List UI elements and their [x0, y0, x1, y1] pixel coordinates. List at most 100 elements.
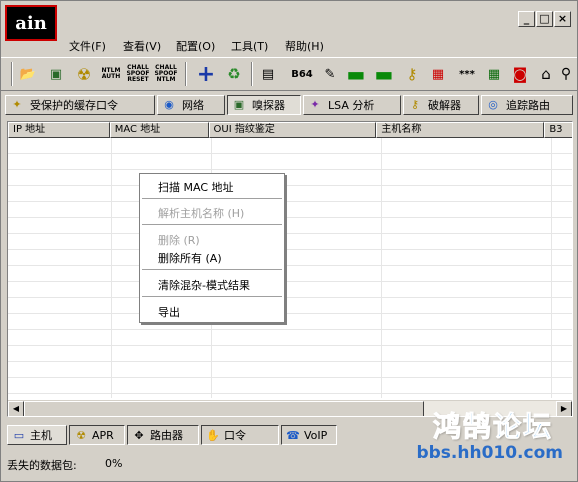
certificate-icon[interactable]: ▤ [257, 63, 279, 85]
network-icon: ◉ [164, 98, 174, 111]
open-folder-icon[interactable]: 📂 [17, 63, 39, 85]
menu-help[interactable]: 帮助(H) [285, 38, 324, 54]
column-oui-fingerprint[interactable]: OUI 指纹鉴定 [208, 122, 377, 138]
protected-storage-icon: ✦ [12, 98, 22, 111]
shield-icon[interactable]: ◙ [509, 63, 531, 85]
tab-voip[interactable]: ☎ VoIP [281, 425, 337, 445]
minimize-button[interactable]: _ [518, 11, 535, 27]
menu-remove-all[interactable]: 删除所有 (A) [158, 250, 222, 266]
tab-routers[interactable]: ✥ 路由器 [127, 425, 199, 445]
base64-icon[interactable]: B64 [291, 63, 313, 85]
apr-icon: ☢ [76, 428, 86, 442]
ntlm-auth-icon[interactable]: NTLM AUTH [99, 63, 123, 85]
passwords-icon: ✋ [206, 428, 220, 442]
menu-export[interactable]: 导出 [158, 304, 180, 320]
window-controls: _ □ × [518, 11, 571, 27]
tab-cracker[interactable]: ⚷ 破解器 [403, 95, 479, 115]
recycle-icon[interactable]: ♻ [223, 63, 245, 85]
main-window: ain _ □ × 文件(F) 查看(V) 配置(O) 工具(T) 帮助(H) … [0, 0, 578, 482]
menu-tools[interactable]: 工具(T) [231, 38, 268, 54]
tab-label: 网络 [182, 99, 204, 112]
column-host-name[interactable]: 主机名称 [376, 122, 545, 138]
tab-traceroute[interactable]: ◎ 追踪路由 [481, 95, 573, 115]
tab-label: 破解器 [428, 99, 461, 112]
forum-watermark: 鸿鹄论坛 [432, 410, 553, 444]
wlan-icon[interactable]: ▬ [345, 62, 367, 86]
menu-scan-mac[interactable]: 扫描 MAC 地址 [158, 179, 234, 195]
key-icon[interactable]: ⚷ [401, 63, 423, 85]
tab-label: 主机 [30, 429, 52, 442]
decoder-icon[interactable]: ✎ [319, 63, 341, 85]
voip-icon: ☎ [286, 428, 300, 442]
menu-resolve-hostname: 解析主机名称 (H) [158, 207, 245, 220]
menu-separator [142, 198, 282, 199]
menu-view[interactable]: 查看(V) [123, 38, 161, 54]
toolbar-separator [185, 62, 187, 86]
menu-config[interactable]: 配置(O) [176, 38, 215, 54]
scroll-thumb[interactable] [24, 401, 424, 416]
menu-bar: 文件(F) 查看(V) 配置(O) 工具(T) 帮助(H) [1, 37, 577, 55]
toolbar: 📂 ▣ ☢ NTLM AUTH CHALL SPOOF RESET CHALL … [1, 57, 577, 91]
sniffer-icon: ▣ [233, 98, 245, 111]
context-menu: 扫描 MAC 地址 解析主机名称 (H) 删除 (R) 删除所有 (A) 清除混… [139, 173, 285, 323]
traceroute-icon: ◎ [488, 98, 498, 111]
hosts-list[interactable]: IP 地址 MAC 地址 OUI 指纹鉴定 主机名称 B3 ◀ ▶ [7, 121, 573, 417]
routers-icon: ✥ [134, 428, 144, 442]
chall-spoof-ntlm-icon[interactable]: CHALL SPOOF NTLM [153, 63, 179, 85]
hosts-icon: ▭ [13, 428, 25, 442]
close-button[interactable]: × [554, 11, 571, 27]
tab-label: 口令 [224, 429, 246, 442]
menu-separator [142, 296, 282, 297]
scroll-right-button[interactable]: ▶ [556, 401, 572, 416]
tab-network[interactable]: ◉ 网络 [157, 95, 225, 115]
vpn-icon[interactable]: ▬ [373, 62, 395, 86]
tab-label: 嗅探器 [252, 99, 285, 112]
column-ip-address[interactable]: IP 地址 [8, 122, 110, 138]
cracker-icon: ⚷ [410, 98, 420, 111]
scroll-left-button[interactable]: ◀ [8, 401, 24, 416]
list-grid [8, 138, 572, 398]
sniffer-toggle-icon[interactable]: ▣ [45, 63, 67, 85]
list-header: IP 地址 MAC 地址 OUI 指纹鉴定 主机名称 B3 [8, 122, 572, 138]
key-chain-icon[interactable]: ⚲ [557, 63, 575, 85]
tab-apr[interactable]: ☢ APR [69, 425, 125, 445]
tab-passwords[interactable]: ✋ 口令 [201, 425, 279, 445]
maximize-button[interactable]: □ [536, 11, 553, 27]
grid-column-line [381, 138, 382, 398]
tab-sniffer[interactable]: ▣ 嗅探器 [227, 95, 301, 115]
house-icon[interactable]: ⌂ [535, 63, 557, 85]
toolbar-separator [11, 62, 13, 86]
menu-separator [142, 269, 282, 270]
radiation-icon[interactable]: ☢ [73, 63, 95, 85]
tab-hosts[interactable]: ▭ 主机 [7, 425, 67, 445]
column-b3[interactable]: B3 [544, 122, 572, 138]
tab-label: 路由器 [150, 429, 183, 442]
tab-lsa[interactable]: ✦ LSA 分析 [303, 95, 401, 115]
grid-column-line [111, 138, 112, 398]
add-icon[interactable]: + [195, 62, 217, 87]
lost-packets-value: 0% [105, 457, 123, 470]
lsa-icon: ✦ [310, 98, 320, 111]
tab-label: APR [92, 428, 114, 442]
column-mac-address[interactable]: MAC 地址 [109, 122, 209, 138]
chall-spoof-reset-icon[interactable]: CHALL SPOOF RESET [125, 63, 151, 85]
toolbar-separator [251, 62, 253, 86]
forum-url-watermark: bbs.hh010.com [416, 443, 563, 463]
tab-label: 受保护的缓存口令 [30, 99, 118, 112]
lost-packets-label: 丢失的数据包: [7, 459, 77, 472]
tab-label: 追踪路由 [506, 99, 550, 112]
title-bar: ain _ □ × [1, 1, 577, 41]
grid-column-line [551, 138, 552, 398]
calculator-icon[interactable]: ▦ [483, 63, 505, 85]
rdp-icon[interactable]: ▦ [427, 63, 449, 85]
main-tabs: ✦ 受保护的缓存口令 ◉ 网络 ▣ 嗅探器 ✦ LSA 分析 ⚷ 破解器 ◎ 追… [1, 93, 577, 117]
menu-remove: 删除 (R) [158, 234, 200, 247]
menu-separator [142, 224, 282, 225]
tab-protected-storage[interactable]: ✦ 受保护的缓存口令 [5, 95, 155, 115]
password-mask-icon[interactable]: *** [453, 63, 481, 85]
tab-label: VoIP [304, 428, 328, 442]
cain-logo-icon[interactable]: ain [5, 5, 57, 41]
tab-label: LSA 分析 [328, 99, 375, 112]
menu-file[interactable]: 文件(F) [69, 38, 106, 54]
menu-clear-promiscuous[interactable]: 清除混杂-模式结果 [158, 277, 250, 293]
